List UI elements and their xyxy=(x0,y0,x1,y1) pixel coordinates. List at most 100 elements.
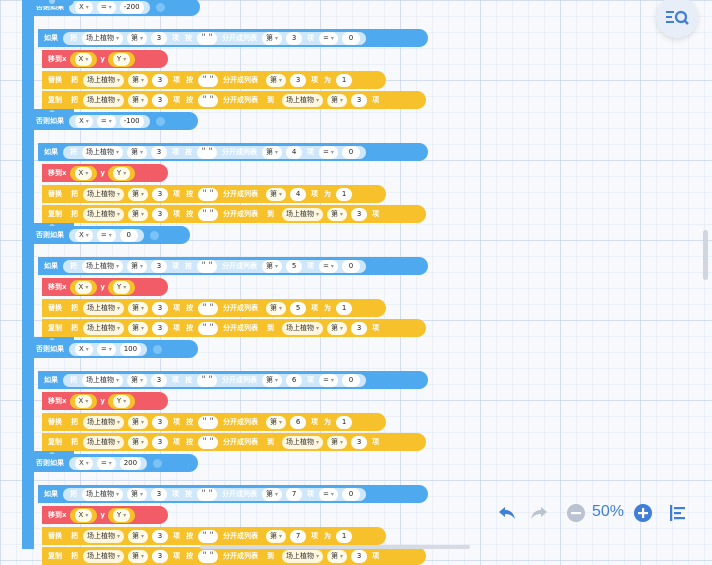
else-if-block[interactable]: 否则如果 X=200 xyxy=(30,454,198,472)
copy-index[interactable]: 3 xyxy=(351,321,368,335)
y-value-slot[interactable]: Y xyxy=(107,393,136,409)
eq-operator[interactable]: = xyxy=(319,487,338,501)
plant-list-dropdown[interactable]: 场上植物 xyxy=(82,31,124,45)
if-block[interactable]: 如果把场上植物第3项按" "分开成列表第7项=0 xyxy=(38,485,428,503)
replace-block[interactable]: 替换把场上植物第3项按" "分开成列表第4项为1 xyxy=(42,185,386,203)
plant-list-dropdown[interactable]: 场上植物 xyxy=(83,301,125,315)
copy-block[interactable]: 复制把场上植物第3项按" "分开成列表到场上植物第3项 xyxy=(42,319,426,337)
eq-operator[interactable]: = xyxy=(96,228,116,242)
split-expression[interactable]: 把场上植物第3项按 " " 分开成列表 xyxy=(65,300,265,316)
code-canvas[interactable]: 否则如果X=-200如果把场上植物第3项按" "分开成列表第3项=0移到xXyY… xyxy=(0,0,712,565)
nth-dropdown[interactable]: 第 xyxy=(327,549,348,563)
nth-dropdown[interactable]: 第 xyxy=(266,415,287,429)
quote-string[interactable]: " " xyxy=(197,373,218,387)
quote-string[interactable]: " " xyxy=(198,321,219,335)
copy-block[interactable]: 复制把场上植物第3项按" "分开成列表到场上植物第3项 xyxy=(42,91,426,109)
split-index[interactable]: 7 xyxy=(286,487,303,501)
var-y-dropdown[interactable]: Y xyxy=(112,52,131,66)
nth-dropdown[interactable]: 第 xyxy=(128,301,149,315)
condition-compare[interactable]: X=200 xyxy=(69,456,148,470)
item-index[interactable]: 3 xyxy=(152,301,169,315)
replace-block[interactable]: 替换把场上植物第3项按" "分开成列表第6项为1 xyxy=(42,413,386,431)
else-if-block[interactable]: 否则如果 X=0 xyxy=(30,226,190,244)
y-value-slot[interactable]: Y xyxy=(107,507,136,523)
replace-index[interactable]: 6 xyxy=(290,415,307,429)
x-value-slot[interactable]: X xyxy=(69,279,98,295)
if-block[interactable]: 如果把场上植物第3项按" "分开成列表第5项=0 xyxy=(38,257,428,275)
nth-dropdown[interactable]: 第 xyxy=(128,187,149,201)
split-expression[interactable]: 把场上植物第3项按 " " 分开成列表 xyxy=(65,186,265,202)
remove-branch-icon[interactable] xyxy=(155,2,165,12)
plant-list-dropdown[interactable]: 场上植物 xyxy=(282,207,324,221)
split-expression[interactable]: 把场上植物第3项按 " " 分开成列表 xyxy=(65,528,265,544)
move-to-block[interactable]: 移到x XyY xyxy=(42,164,168,182)
quote-string[interactable]: " " xyxy=(198,93,219,107)
split-expression[interactable]: 把场上植物第3项按 " " 分开成列表 xyxy=(65,548,265,564)
quote-string[interactable]: " " xyxy=(198,415,219,429)
split-index[interactable]: 5 xyxy=(286,259,303,273)
if-compare-value[interactable]: 0 xyxy=(341,31,360,45)
item-index[interactable]: 3 xyxy=(152,529,169,543)
plant-list-dropdown[interactable]: 场上植物 xyxy=(83,549,125,563)
split-expression[interactable]: 把场上植物第3项按 " " 分开成列表 xyxy=(65,72,265,88)
nth-dropdown[interactable]: 第 xyxy=(127,259,148,273)
nth-dropdown[interactable]: 第 xyxy=(262,373,283,387)
copy-index[interactable]: 3 xyxy=(351,207,368,221)
else-if-value[interactable]: 100 xyxy=(119,342,142,356)
nth-dropdown[interactable]: 第 xyxy=(127,145,148,159)
nth-dropdown[interactable]: 第 xyxy=(128,435,149,449)
plant-list-dropdown[interactable]: 场上植物 xyxy=(83,321,125,335)
eq-operator[interactable]: = xyxy=(319,373,338,387)
split-expression[interactable]: 把场上植物第3项按 " " 分开成列表 xyxy=(65,414,265,430)
plant-list-dropdown[interactable]: 场上植物 xyxy=(83,415,125,429)
item-index[interactable]: 3 xyxy=(152,321,169,335)
x-value-slot[interactable]: X xyxy=(69,507,98,523)
replace-index[interactable]: 5 xyxy=(290,301,307,315)
split-compare[interactable]: 把场上植物第3项按" "分开成列表第7项=0 xyxy=(63,487,366,501)
plant-list-dropdown[interactable]: 场上植物 xyxy=(282,549,324,563)
replace-block[interactable]: 替换把场上植物第3项按" "分开成列表第3项为1 xyxy=(42,71,386,89)
nth-dropdown[interactable]: 第 xyxy=(127,487,148,501)
copy-index[interactable]: 3 xyxy=(351,435,368,449)
plant-list-dropdown[interactable]: 场上植物 xyxy=(83,93,125,107)
nth-dropdown[interactable]: 第 xyxy=(262,145,283,159)
split-compare[interactable]: 把场上植物第3项按" "分开成列表第3项=0 xyxy=(63,31,366,45)
item-index[interactable]: 3 xyxy=(152,415,169,429)
condition-compare[interactable]: X=100 xyxy=(69,342,148,356)
else-if-block[interactable]: 否则如果 X=-100 xyxy=(30,112,198,130)
copy-index[interactable]: 3 xyxy=(351,549,368,563)
plant-list-dropdown[interactable]: 场上植物 xyxy=(83,529,125,543)
quote-string[interactable]: " " xyxy=(198,73,219,87)
var-x-dropdown[interactable]: X xyxy=(74,394,93,408)
condition-compare[interactable]: X=0 xyxy=(69,228,144,242)
quote-string[interactable]: " " xyxy=(197,487,218,501)
nth-dropdown[interactable]: 第 xyxy=(128,73,149,87)
target-list-slot[interactable]: 场上植物第3项 xyxy=(277,548,386,564)
zoom-out-button[interactable] xyxy=(566,503,586,523)
nth-dropdown[interactable]: 第 xyxy=(266,187,287,201)
var-x-dropdown[interactable]: X xyxy=(75,0,93,14)
item-index[interactable]: 3 xyxy=(151,373,168,387)
if-compare-value[interactable]: 0 xyxy=(341,145,360,159)
else-if-block[interactable]: 否则如果 X=100 xyxy=(30,340,198,358)
var-y-dropdown[interactable]: Y xyxy=(112,166,131,180)
nth-dropdown[interactable]: 第 xyxy=(262,31,283,45)
quote-string[interactable]: " " xyxy=(197,145,218,159)
condition-compare[interactable]: X=-100 xyxy=(69,114,150,128)
replace-value[interactable]: 1 xyxy=(336,73,353,87)
vertical-scrollbar[interactable] xyxy=(703,230,708,280)
quote-string[interactable]: " " xyxy=(198,549,219,563)
replace-index[interactable]: 7 xyxy=(290,529,307,543)
quote-string[interactable]: " " xyxy=(197,259,218,273)
item-index[interactable]: 3 xyxy=(152,187,169,201)
var-x-dropdown[interactable]: X xyxy=(75,228,93,242)
target-list-slot[interactable]: 场上植物第3项 xyxy=(277,320,386,336)
target-list-slot[interactable]: 场上植物第3项 xyxy=(277,434,386,450)
move-to-block[interactable]: 移到x XyY xyxy=(42,506,168,524)
item-index[interactable]: 3 xyxy=(152,549,169,563)
split-index[interactable]: 3 xyxy=(286,31,303,45)
else-if-value[interactable]: -100 xyxy=(119,114,144,128)
plant-list-dropdown[interactable]: 场上植物 xyxy=(282,93,324,107)
eq-operator[interactable]: = xyxy=(319,31,338,45)
replace-value[interactable]: 1 xyxy=(336,529,353,543)
